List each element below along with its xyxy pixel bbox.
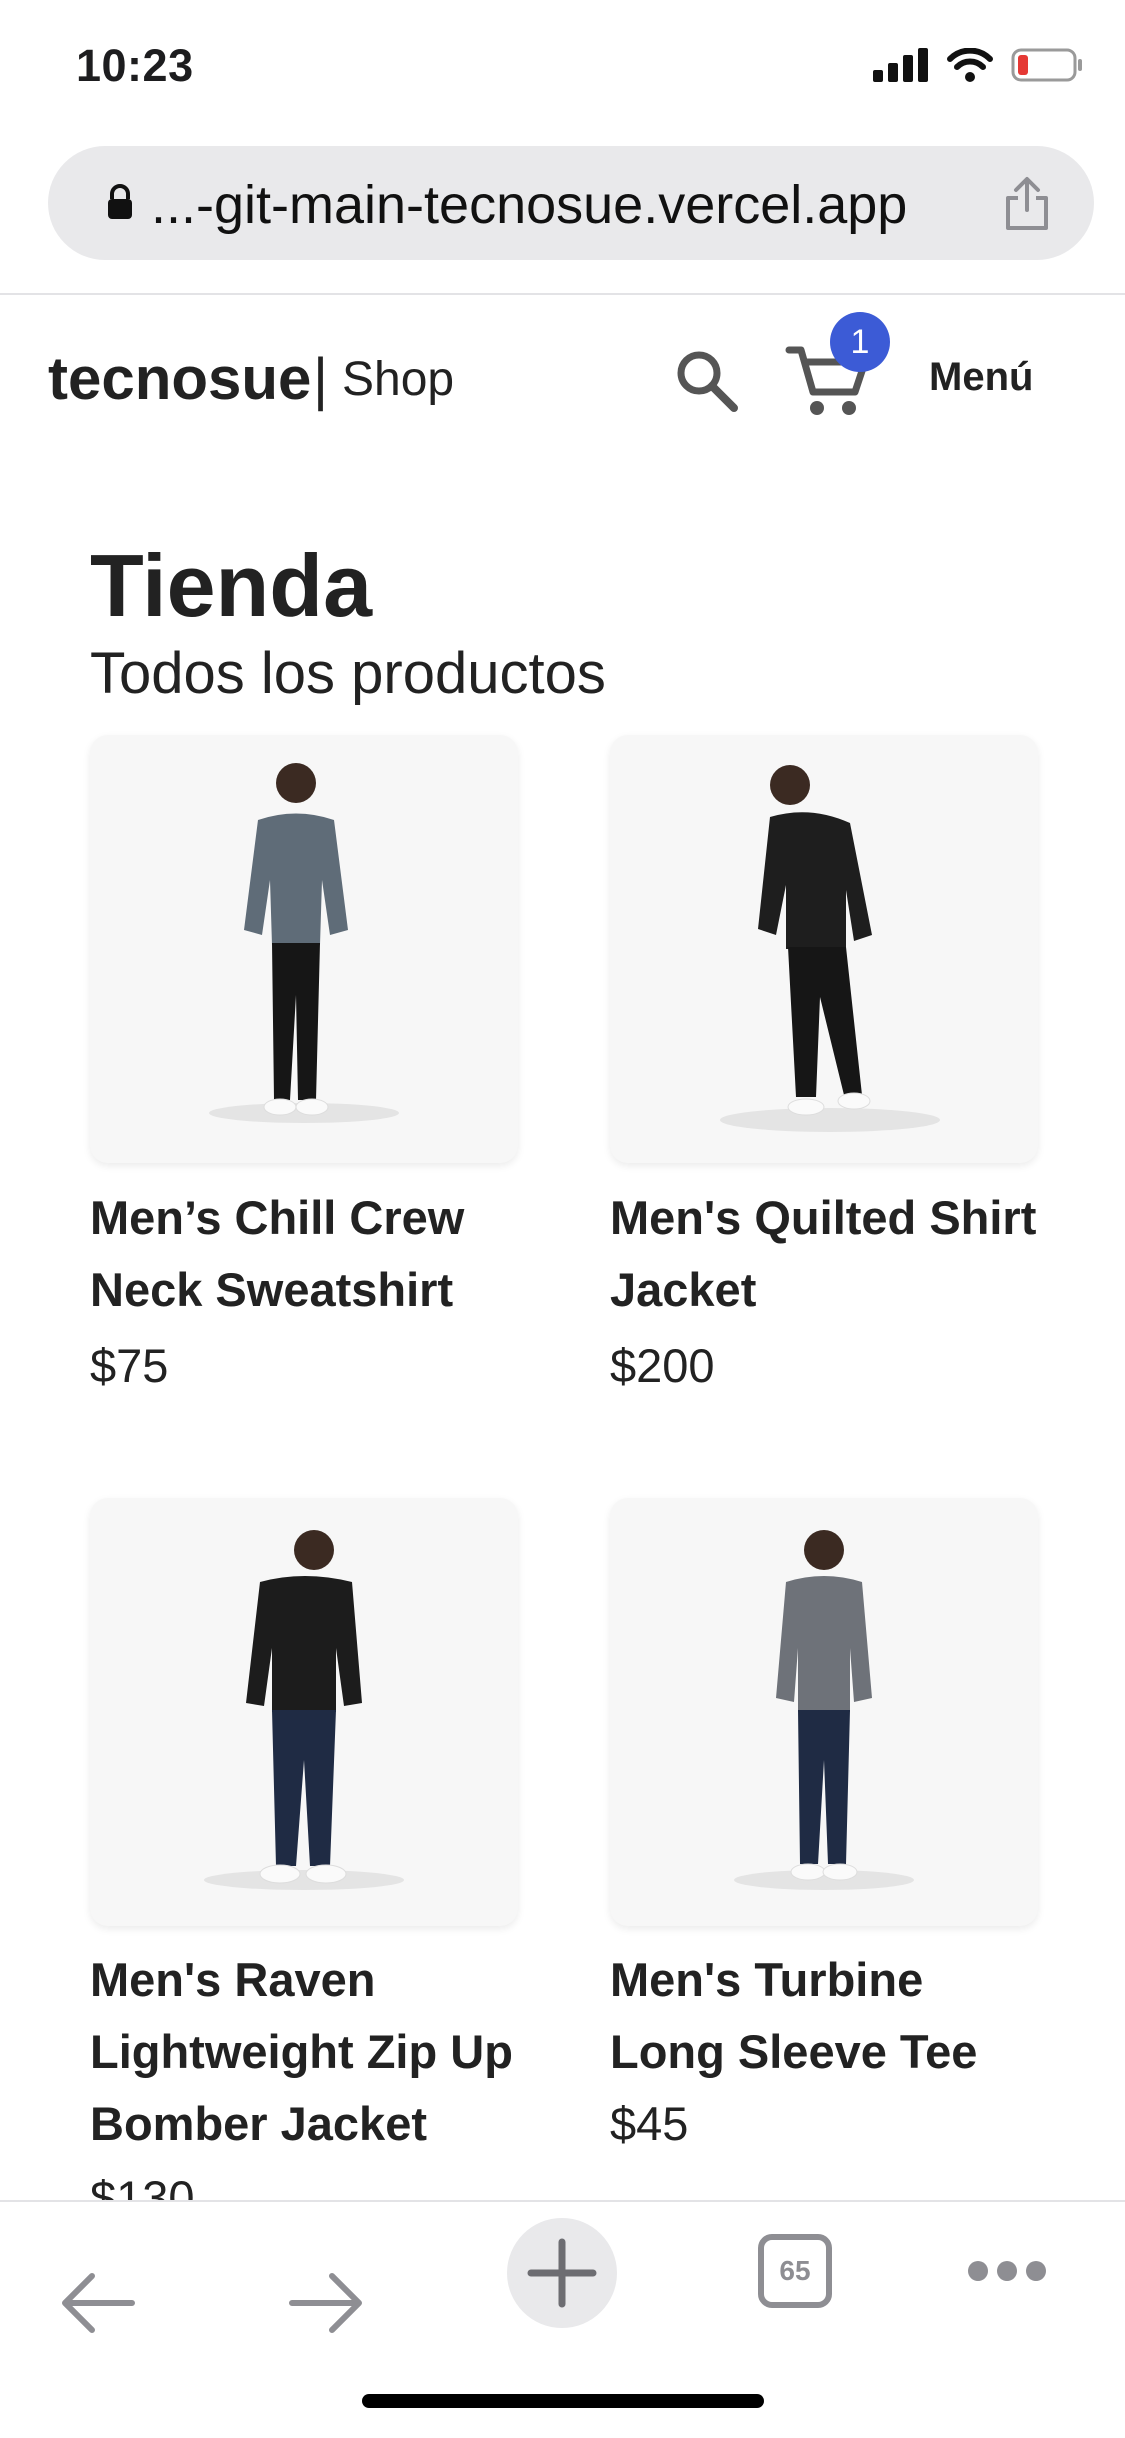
product-name[interactable]: Men's Turbine Long Sleeve Tee	[610, 1944, 1050, 2088]
new-tab-icon	[527, 2238, 597, 2308]
product-model-image	[209, 763, 399, 1123]
search-icon[interactable]	[672, 346, 742, 416]
product-name[interactable]: Men's Raven Lightweight Zip Up Bomber Ja…	[90, 1944, 530, 2160]
wifi-icon	[947, 48, 993, 82]
url-text[interactable]: ...-git-main-tecnosue.vercel.app	[151, 174, 907, 236]
brand-sub: Shop	[342, 353, 455, 406]
product-price: $200	[610, 1339, 715, 1392]
product-model-image	[734, 1530, 914, 1890]
product-name[interactable]: Men’s Chill Crew Neck Sweatshirt	[90, 1182, 530, 1326]
home-indicator	[362, 2394, 764, 2408]
divider	[0, 293, 1125, 295]
product-card-image[interactable]	[610, 1498, 1038, 1926]
share-icon[interactable]	[1002, 176, 1052, 232]
battery-icon	[1011, 48, 1082, 82]
product-card-image[interactable]	[90, 735, 518, 1163]
back-arrow-icon[interactable]	[58, 2268, 138, 2338]
status-icons	[873, 48, 1083, 82]
address-bar[interactable]: ...-git-main-tecnosue.vercel.app	[48, 146, 1094, 260]
signal-icon	[873, 48, 928, 82]
page-title: Tienda	[90, 536, 373, 635]
product-card-image[interactable]	[90, 1498, 518, 1926]
product-name[interactable]: Men's Quilted Shirt Jacket	[610, 1182, 1050, 1326]
product-model-image	[204, 1530, 404, 1890]
brand-separator: |	[313, 347, 329, 412]
product-card-image[interactable]	[610, 735, 1038, 1163]
menu-button[interactable]: Menú	[929, 355, 1033, 400]
product-price: $75	[90, 1339, 169, 1392]
more-icon[interactable]	[966, 2258, 1048, 2284]
product-model-image	[720, 765, 940, 1132]
product-price: $45	[610, 2097, 689, 2150]
tabs-icon[interactable]: 65	[758, 2234, 832, 2308]
brand-logo[interactable]: tecnosue	[48, 344, 311, 413]
cart-count-badge: 1	[830, 312, 890, 372]
status-time: 10:23	[76, 40, 194, 91]
page-subtitle: Todos los productos	[90, 641, 606, 706]
forward-arrow-icon[interactable]	[286, 2268, 366, 2338]
lock-icon	[108, 184, 132, 219]
new-tab-button[interactable]	[507, 2218, 617, 2328]
